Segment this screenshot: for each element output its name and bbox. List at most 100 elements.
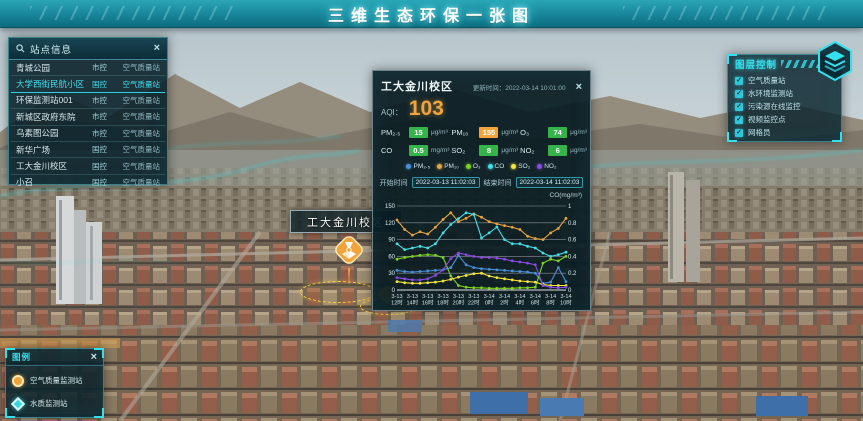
- station-list-item[interactable]: 环保监测站001市控空气质量站: [11, 93, 165, 109]
- layer-label: 水环境监测站: [748, 88, 793, 99]
- series-point: [503, 287, 506, 290]
- series-point: [396, 242, 399, 245]
- series-point: [465, 286, 468, 289]
- pollutant-cell: SO₂8μg/m³: [451, 143, 518, 158]
- series-legend-label: NO₂: [544, 163, 556, 170]
- series-color-dot: [488, 164, 493, 169]
- series-point: [442, 231, 445, 234]
- layer-toggle-item[interactable]: ✓视频监控点: [735, 113, 834, 126]
- chart-x-tick: 3-1318时: [437, 294, 449, 307]
- series-point: [472, 286, 475, 289]
- series-point: [511, 270, 514, 273]
- series-legend-item[interactable]: CO: [488, 163, 505, 170]
- station-list-item[interactable]: 新城区政府东院市控空气质量站: [11, 109, 165, 125]
- series-legend-label: O₃: [473, 163, 481, 170]
- layer-toggle-item[interactable]: ✓网格员: [735, 126, 834, 139]
- close-icon[interactable]: ×: [154, 43, 160, 54]
- series-legend-label: SO₂: [518, 163, 530, 170]
- series-point: [457, 284, 460, 287]
- series-point: [396, 258, 399, 261]
- station-name: 大学西街民航小区: [16, 78, 92, 90]
- series-point: [419, 245, 422, 248]
- station-list-item[interactable]: 乌素图公园市控空气质量站: [11, 126, 165, 142]
- series-point: [565, 280, 568, 283]
- series-point: [495, 257, 498, 260]
- layers-button[interactable]: [814, 40, 856, 82]
- checkbox-checked-icon[interactable]: ✓: [735, 77, 743, 85]
- series-point: [465, 263, 468, 266]
- series-point: [480, 272, 483, 275]
- layer-toggle-item[interactable]: ✓ 水环境监测站: [735, 87, 834, 100]
- app-root: 三维生态环保一张图 站点信息 × 青城公园市控空气质量站大学西街民航小区国控空气…: [0, 0, 863, 421]
- chart-x-tick: 3-144时: [514, 294, 525, 307]
- map-legend-panel: 图例 × 空气质量监测站水质监测站: [5, 348, 104, 418]
- series-point: [480, 256, 483, 259]
- series-point: [503, 238, 506, 241]
- station-name: 小召: [16, 176, 92, 188]
- series-legend-item[interactable]: NO₂: [537, 163, 556, 170]
- series-legend-item[interactable]: SO₂: [511, 163, 530, 170]
- series-legend-label: PM₁₀: [444, 163, 459, 170]
- close-icon[interactable]: ×: [576, 82, 582, 93]
- series-point: [488, 275, 491, 278]
- start-time-input[interactable]: 2022-03-13 11:02:03: [412, 177, 480, 188]
- series-point: [519, 270, 522, 273]
- series-point: [565, 251, 568, 254]
- series-point: [511, 259, 514, 262]
- series-point: [519, 242, 522, 245]
- checkbox-checked-icon[interactable]: ✓: [735, 90, 743, 98]
- legend-panel-header: 图例 ×: [6, 349, 103, 366]
- series-point: [480, 237, 483, 240]
- series-point: [526, 245, 529, 248]
- series-point: [457, 217, 460, 220]
- series-point: [434, 274, 437, 277]
- series-point: [449, 211, 452, 214]
- pollutant-name: NO₂: [520, 146, 545, 155]
- layer-toggle-item[interactable]: ✓污染源在线监控: [735, 100, 834, 113]
- series-point: [426, 270, 429, 273]
- series-point: [526, 280, 529, 283]
- series-point: [503, 277, 506, 280]
- series-legend-item[interactable]: O₃: [466, 163, 481, 170]
- series-point: [396, 276, 399, 279]
- station-list: 青城公园市控空气质量站大学西街民航小区国控空气质量站环保监测站001市控空气质量…: [9, 60, 167, 191]
- series-point: [434, 242, 437, 245]
- series-legend-item[interactable]: PM₂.₅: [406, 163, 430, 170]
- series-point: [442, 268, 445, 271]
- series-point: [449, 266, 452, 269]
- station-name: 工大金川校区: [16, 160, 92, 172]
- chart-series-legend: PM₂.₅ PM₁₀ O₃ CO SO₂ NO₂: [381, 162, 582, 171]
- series-point: [403, 277, 406, 280]
- chart-x-tick: 3-1320时: [453, 294, 465, 307]
- pollutant-value-badge: 15: [409, 127, 428, 138]
- series-point: [472, 213, 475, 216]
- checkbox-checked-icon[interactable]: ✓: [735, 116, 743, 124]
- series-point: [565, 255, 568, 258]
- series-point: [511, 226, 514, 229]
- station-list-item[interactable]: 大学西街民航小区国控空气质量站: [11, 76, 165, 92]
- station-list-item[interactable]: 小召国控空气质量站: [11, 175, 165, 191]
- series-legend-item[interactable]: PM₁₀: [437, 163, 459, 170]
- end-time-input[interactable]: 2022-03-14 11:02:03: [516, 177, 584, 188]
- station-name: 新华广场: [16, 144, 92, 156]
- series-point: [449, 275, 452, 278]
- series-color-dot: [406, 164, 411, 169]
- station-list-item[interactable]: 青城公园市控空气质量站: [11, 60, 165, 76]
- chart-tick-label: 120: [385, 221, 396, 227]
- series-point: [472, 266, 475, 269]
- station-type: 空气质量站: [112, 128, 160, 139]
- series-point: [442, 218, 445, 221]
- station-grade: 市控: [92, 95, 112, 106]
- station-list-item[interactable]: 新华广场国控空气质量站: [11, 142, 165, 158]
- chart-x-tick: 3-1316时: [422, 294, 434, 307]
- series-color-dot: [437, 164, 442, 169]
- checkbox-checked-icon[interactable]: ✓: [735, 103, 743, 111]
- series-point: [442, 256, 445, 259]
- station-list-item[interactable]: 工大金川校区国控空气质量站: [11, 158, 165, 174]
- pollutant-value-badge: 8: [479, 145, 498, 156]
- series-point: [488, 256, 491, 259]
- series-point: [449, 257, 452, 260]
- series-point: [534, 281, 537, 284]
- series-color-dot: [511, 164, 516, 169]
- station-marker-pin[interactable]: [333, 234, 365, 270]
